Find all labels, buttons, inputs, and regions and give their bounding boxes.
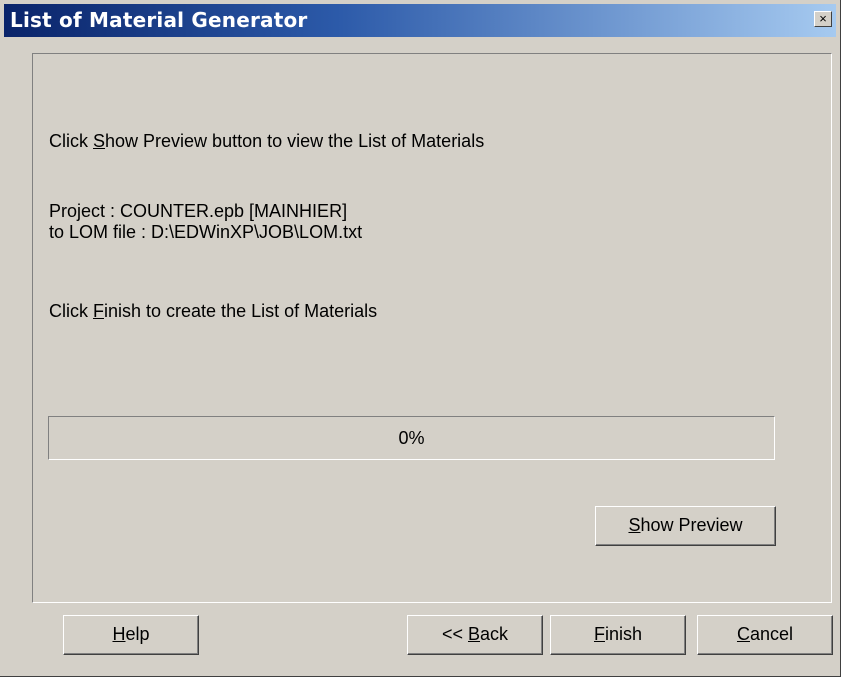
help-mnemonic: H xyxy=(112,624,126,644)
project-line: Project : COUNTER.epb [MAINHIER] xyxy=(49,201,348,221)
back-label: ack xyxy=(480,624,509,644)
close-button[interactable]: × xyxy=(814,11,832,27)
show-preview-button[interactable]: Show Preview xyxy=(595,506,776,546)
finish-instruction-mnemonic: F xyxy=(93,301,104,321)
preview-instruction-mnemonic: S xyxy=(93,131,106,151)
close-icon: × xyxy=(819,11,827,26)
help-button[interactable]: Help xyxy=(63,615,199,655)
finish-label: inish xyxy=(604,624,643,644)
back-arrows: << xyxy=(441,624,468,644)
preview-instruction: Click Show Preview button to view the Li… xyxy=(49,131,484,152)
finish-instruction-suffix: inish to create the List of Materials xyxy=(104,301,378,321)
cancel-button[interactable]: Cancel xyxy=(697,615,833,655)
show-preview-label: how Preview xyxy=(640,515,743,535)
finish-mnemonic: F xyxy=(593,624,605,644)
show-preview-mnemonic: S xyxy=(628,515,641,535)
help-label: elp xyxy=(125,624,150,644)
title-bar: List of Material Generator × xyxy=(4,4,836,37)
back-mnemonic: B xyxy=(468,624,481,644)
dialog-window: List of Material Generator × Click Show … xyxy=(0,0,841,677)
cancel-mnemonic: C xyxy=(736,624,750,644)
lom-file-line: to LOM file : D:\EDWinXP\JOB\LOM.txt xyxy=(49,222,363,242)
preview-instruction-prefix: Click xyxy=(49,131,93,151)
finish-button[interactable]: Finish xyxy=(550,615,686,655)
cancel-label: ancel xyxy=(749,624,794,644)
finish-instruction-prefix: Click xyxy=(49,301,93,321)
finish-instruction: Click Finish to create the List of Mater… xyxy=(49,301,377,322)
back-button[interactable]: << Back xyxy=(407,615,543,655)
progress-bar: 0% xyxy=(48,416,775,460)
progress-label: 0% xyxy=(398,428,425,448)
window-title: List of Material Generator xyxy=(10,8,308,32)
preview-instruction-suffix: how Preview button to view the List of M… xyxy=(105,131,485,151)
